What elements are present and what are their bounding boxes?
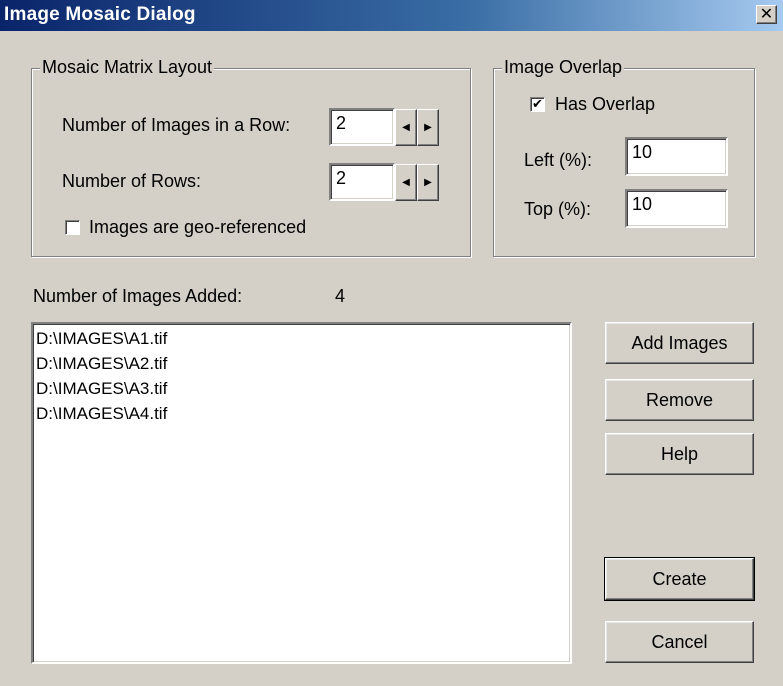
geo-referenced-label[interactable]: Images are geo-referenced <box>89 217 306 238</box>
arrow-right-icon: ▶ <box>424 177 432 188</box>
rows-input[interactable]: 2 <box>329 163 395 201</box>
image-overlap-legend: Image Overlap <box>502 57 625 78</box>
window-title: Image Mosaic Dialog <box>4 4 196 25</box>
top-percent-input[interactable]: 10 <box>625 189 728 228</box>
close-button[interactable]: ✕ <box>756 5 777 24</box>
create-button[interactable]: Create <box>604 557 755 601</box>
image-list-item[interactable]: D:\IMAGES\A4.tif <box>33 401 570 426</box>
has-overlap-label[interactable]: Has Overlap <box>555 94 655 115</box>
image-list-item[interactable]: D:\IMAGES\A3.tif <box>33 376 570 401</box>
arrow-left-icon: ◀ <box>402 177 410 188</box>
images-per-row-input[interactable]: 2 <box>329 108 395 146</box>
images-added-count: 4 <box>335 286 346 306</box>
arrow-right-icon: ▶ <box>424 122 432 133</box>
images-per-row-label: Number of Images in a Row: <box>62 115 291 135</box>
mosaic-matrix-layout-legend: Mosaic Matrix Layout <box>40 57 215 78</box>
title-bar: Image Mosaic Dialog ✕ <box>0 0 783 31</box>
top-percent-label: Top (%): <box>524 199 592 219</box>
help-button[interactable]: Help <box>605 433 754 475</box>
has-overlap-checkbox[interactable]: ✔ <box>530 97 545 112</box>
images-per-row-increment-button[interactable]: ▶ <box>417 109 439 146</box>
checkmark-icon: ✔ <box>532 97 543 112</box>
cancel-button[interactable]: Cancel <box>605 621 754 663</box>
image-list-item[interactable]: D:\IMAGES\A1.tif <box>33 326 570 351</box>
arrow-left-icon: ◀ <box>402 122 410 133</box>
rows-decrement-button[interactable]: ◀ <box>395 164 417 201</box>
rows-label: Number of Rows: <box>62 171 202 191</box>
left-percent-label: Left (%): <box>524 150 593 170</box>
rows-increment-button[interactable]: ▶ <box>417 164 439 201</box>
remove-button[interactable]: Remove <box>605 379 754 421</box>
close-icon: ✕ <box>759 4 774 23</box>
images-per-row-decrement-button[interactable]: ◀ <box>395 109 417 146</box>
add-images-button[interactable]: Add Images <box>605 322 754 364</box>
image-list-item[interactable]: D:\IMAGES\A2.tif <box>33 351 570 376</box>
images-added-label: Number of Images Added: <box>33 286 243 306</box>
left-percent-input[interactable]: 10 <box>625 137 728 176</box>
geo-referenced-checkbox[interactable] <box>65 220 80 235</box>
image-listbox[interactable]: D:\IMAGES\A1.tif D:\IMAGES\A2.tif D:\IMAGE… <box>31 322 572 664</box>
